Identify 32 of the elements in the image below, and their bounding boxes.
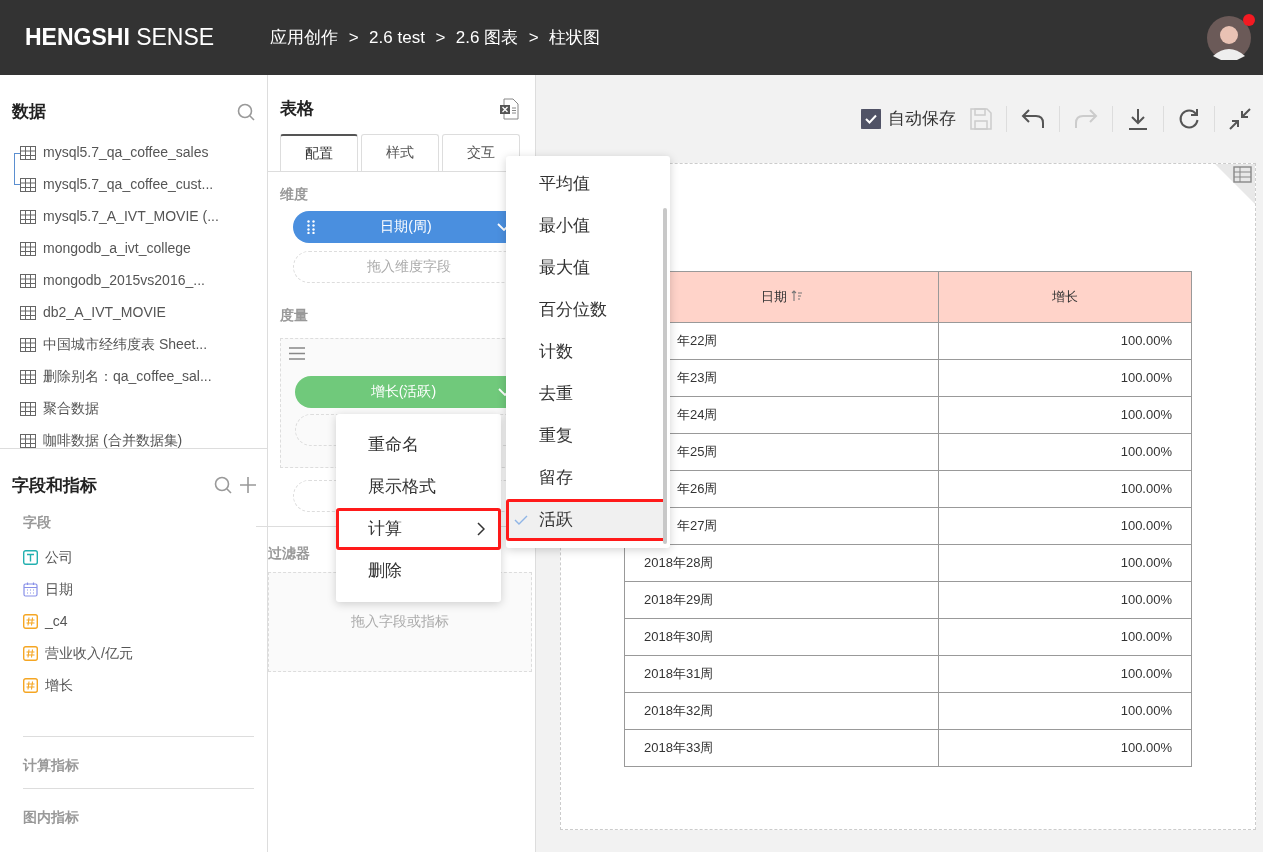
- section-label: 度量: [280, 305, 309, 325]
- section-label: 计算指标: [23, 757, 79, 773]
- table-cell: 100.00%: [938, 359, 1192, 397]
- breadcrumb-separator: >: [348, 26, 359, 49]
- table-cell: 2018年33周: [624, 729, 939, 767]
- panel-title: 数据: [12, 101, 46, 123]
- table-cell: 2018年32周: [624, 692, 939, 730]
- breadcrumb-separator: >: [435, 26, 446, 49]
- table-cell: 100.00%: [938, 655, 1192, 693]
- section-label: 维度: [280, 184, 309, 204]
- table-cell: 100.00%: [938, 470, 1192, 508]
- table-cell: 100.00%: [938, 729, 1192, 767]
- table-cell: 100.00%: [938, 692, 1192, 730]
- table-cell: 100.00%: [938, 433, 1192, 471]
- table-cell: 100.00%: [938, 544, 1192, 582]
- checkbox-label: 自动保存: [888, 108, 956, 131]
- section-label: 图内指标: [23, 809, 79, 825]
- section-label: 过滤器: [268, 543, 311, 563]
- table-cell: 100.00%: [938, 618, 1192, 656]
- table-cell: 100.00%: [938, 581, 1192, 619]
- panel-title: 字段和指标: [12, 474, 97, 497]
- section-label: 字段: [23, 513, 52, 532]
- table-cell: 100.00%: [938, 507, 1192, 545]
- brand-logo: HENGSHI SENSE: [25, 23, 215, 53]
- table-cell: 2018年29周: [624, 581, 939, 619]
- table-cell: 2018年31周: [624, 655, 939, 693]
- breadcrumb-separator: >: [528, 26, 539, 49]
- panel-title: 表格: [280, 98, 314, 120]
- table-cell: 100.00%: [938, 322, 1192, 360]
- breadcrumb-item: 柱状图: [549, 26, 601, 49]
- table-cell: 100.00%: [938, 396, 1192, 434]
- table-cell: 2018年30周: [624, 618, 939, 656]
